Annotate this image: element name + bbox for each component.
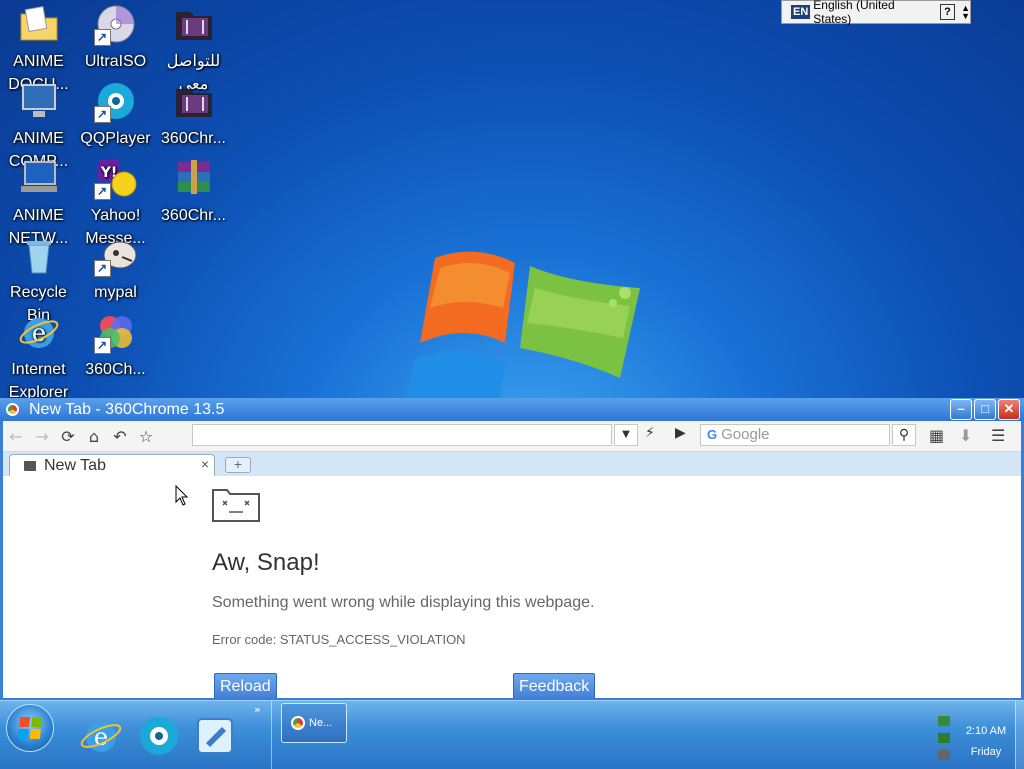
taskbar-item-browser[interactable]: Ne... <box>281 703 347 743</box>
browser-window[interactable]: New Tab - 360Chrome 13.5 – □ ✕ ← → ⟳ ⌂ ↶… <box>0 398 1024 700</box>
taskbar-divider <box>271 701 272 769</box>
desktop-icon-label: 360Chr... <box>161 130 226 147</box>
clock[interactable]: 2:10 AM Friday <box>958 721 1014 763</box>
desktop-icon-mypal[interactable]: ↗ mypal <box>77 233 154 304</box>
shortcut-arrow-icon: ↗ <box>93 183 111 200</box>
taskbar-item-label: Ne... <box>309 717 333 729</box>
search-placeholder: Google <box>721 426 770 443</box>
search-box[interactable]: G Google <box>700 424 890 446</box>
folder-icon <box>17 2 61 46</box>
start-button[interactable] <box>6 704 54 752</box>
error-heading: Aw, Snap! <box>212 549 320 576</box>
desktop-icon-ultraiso[interactable]: ↗ UltraISO <box>77 2 154 73</box>
windows-flag-icon <box>17 717 43 739</box>
star-icon[interactable]: ☆ <box>133 427 159 446</box>
desktop-icon-internet-explorer[interactable]: e Internet Explorer <box>0 310 77 404</box>
colorful-flower-icon: ↗ <box>93 310 138 354</box>
tab-new-tab[interactable]: New Tab × <box>9 454 215 476</box>
desktop-icon-360chrome-1[interactable]: 360Chr... <box>155 79 232 150</box>
video-folder-icon <box>172 79 216 123</box>
back-icon[interactable]: ← <box>3 427 29 446</box>
error-message: Something went wrong while displaying th… <box>212 594 595 611</box>
tab-favicon-icon <box>24 460 36 471</box>
clock-time: 2:10 AM <box>965 725 1007 737</box>
minimize-button[interactable]: – <box>950 399 972 420</box>
play-icon[interactable]: ▶ <box>675 425 686 441</box>
new-tab-button[interactable]: + <box>225 457 251 473</box>
reload-button[interactable]: Reload <box>214 673 277 698</box>
menu-icon[interactable]: ☰ <box>991 426 1005 445</box>
network-icon <box>17 156 61 200</box>
desktop-icon-qqplayer[interactable]: ↗ QQPlayer <box>77 79 154 150</box>
search-icon[interactable]: ⚲ <box>892 424 916 446</box>
desktop-icon-label: 360Ch... <box>85 361 146 378</box>
browser-toolbar: ← → ⟳ ⌂ ↶ ☆ ▼ ⚡ ▶ G Google ⚲ ▦ ⬇ ☰ <box>3 421 1021 452</box>
tab-close-icon[interactable]: × <box>201 456 209 472</box>
video-folder-icon <box>172 2 216 46</box>
show-desktop-button[interactable] <box>1015 701 1024 769</box>
computer-icon <box>17 79 61 123</box>
desktop-icon-360chrome-2[interactable]: 360Chr... <box>155 156 232 227</box>
address-dropdown-icon[interactable]: ▼ <box>614 424 638 446</box>
extensions-icon[interactable]: ▦ <box>929 426 944 445</box>
home-icon[interactable]: ⌂ <box>81 427 107 446</box>
yahoo-messenger-icon: Y! ↗ <box>93 156 138 200</box>
window-title: New Tab - 360Chrome 13.5 <box>29 400 225 418</box>
show-more-icon[interactable]: » <box>254 703 261 716</box>
desktop-icon-label: UltraISO <box>84 53 147 70</box>
refresh-icon[interactable]: ⟳ <box>55 427 81 446</box>
disc-icon: ↗ <box>93 2 138 46</box>
shortcut-arrow-icon: ↗ <box>93 106 111 123</box>
undo-icon[interactable]: ↶ <box>107 427 133 446</box>
sad-folder-icon <box>212 489 260 522</box>
qqplayer-icon[interactable] <box>136 713 182 759</box>
tray-icons[interactable] <box>935 713 953 763</box>
language-bar-options-icon[interactable]: ▲ ▼ <box>961 4 970 21</box>
desktop-icon-label: QQPlayer <box>80 130 151 147</box>
shortcut-arrow-icon: ↗ <box>93 337 111 354</box>
error-code: Error code: STATUS_ACCESS_VIOLATION <box>212 632 466 647</box>
taskbar: e » Ne... 2:10 AM Friday <box>0 700 1024 769</box>
desktop-icon-label: mypal <box>94 284 137 301</box>
page-content: Aw, Snap! Something went wrong while dis… <box>3 476 1021 698</box>
google-icon: G <box>707 427 718 442</box>
mypal-icon: ↗ <box>93 233 138 277</box>
windows-logo-wallpaper <box>405 251 640 398</box>
notepad-icon[interactable] <box>192 713 238 759</box>
clock-day: Friday <box>970 746 1002 758</box>
desktop-icon-360chrome-4[interactable]: ↗ 360Ch... <box>77 310 154 381</box>
title-bar[interactable]: New Tab - 360Chrome 13.5 – □ ✕ <box>0 398 1024 421</box>
archive-icon <box>172 156 216 200</box>
desktop-icon-label: 360Chr... <box>161 207 226 224</box>
address-bar[interactable] <box>192 424 612 446</box>
download-icon[interactable]: ⬇ <box>959 426 972 445</box>
lightning-icon[interactable]: ⚡ <box>645 425 655 441</box>
maximize-button[interactable]: □ <box>974 399 996 420</box>
qqplayer-icon: ↗ <box>93 79 138 123</box>
forward-icon[interactable]: → <box>29 427 55 446</box>
language-code: EN <box>791 5 811 19</box>
chrome-icon <box>291 716 305 730</box>
internet-explorer-icon[interactable]: e <box>78 713 124 759</box>
help-icon[interactable]: ? <box>940 4 956 20</box>
language-name: English (United States) <box>813 0 895 26</box>
mouse-cursor-icon <box>175 485 189 506</box>
close-button[interactable]: ✕ <box>998 399 1020 420</box>
internet-explorer-icon: e <box>17 310 61 354</box>
shortcut-arrow-icon: ↗ <box>93 260 111 277</box>
language-bar[interactable]: EN English (United States) ? ▲ ▼ <box>781 0 971 26</box>
recycle-bin-icon <box>17 233 61 277</box>
tab-label: New Tab <box>44 456 106 474</box>
shortcut-arrow-icon: ↗ <box>93 29 111 46</box>
tab-strip: New Tab × + <box>3 452 1021 476</box>
feedback-button[interactable]: Feedback <box>513 673 596 698</box>
chrome-icon <box>6 403 19 416</box>
